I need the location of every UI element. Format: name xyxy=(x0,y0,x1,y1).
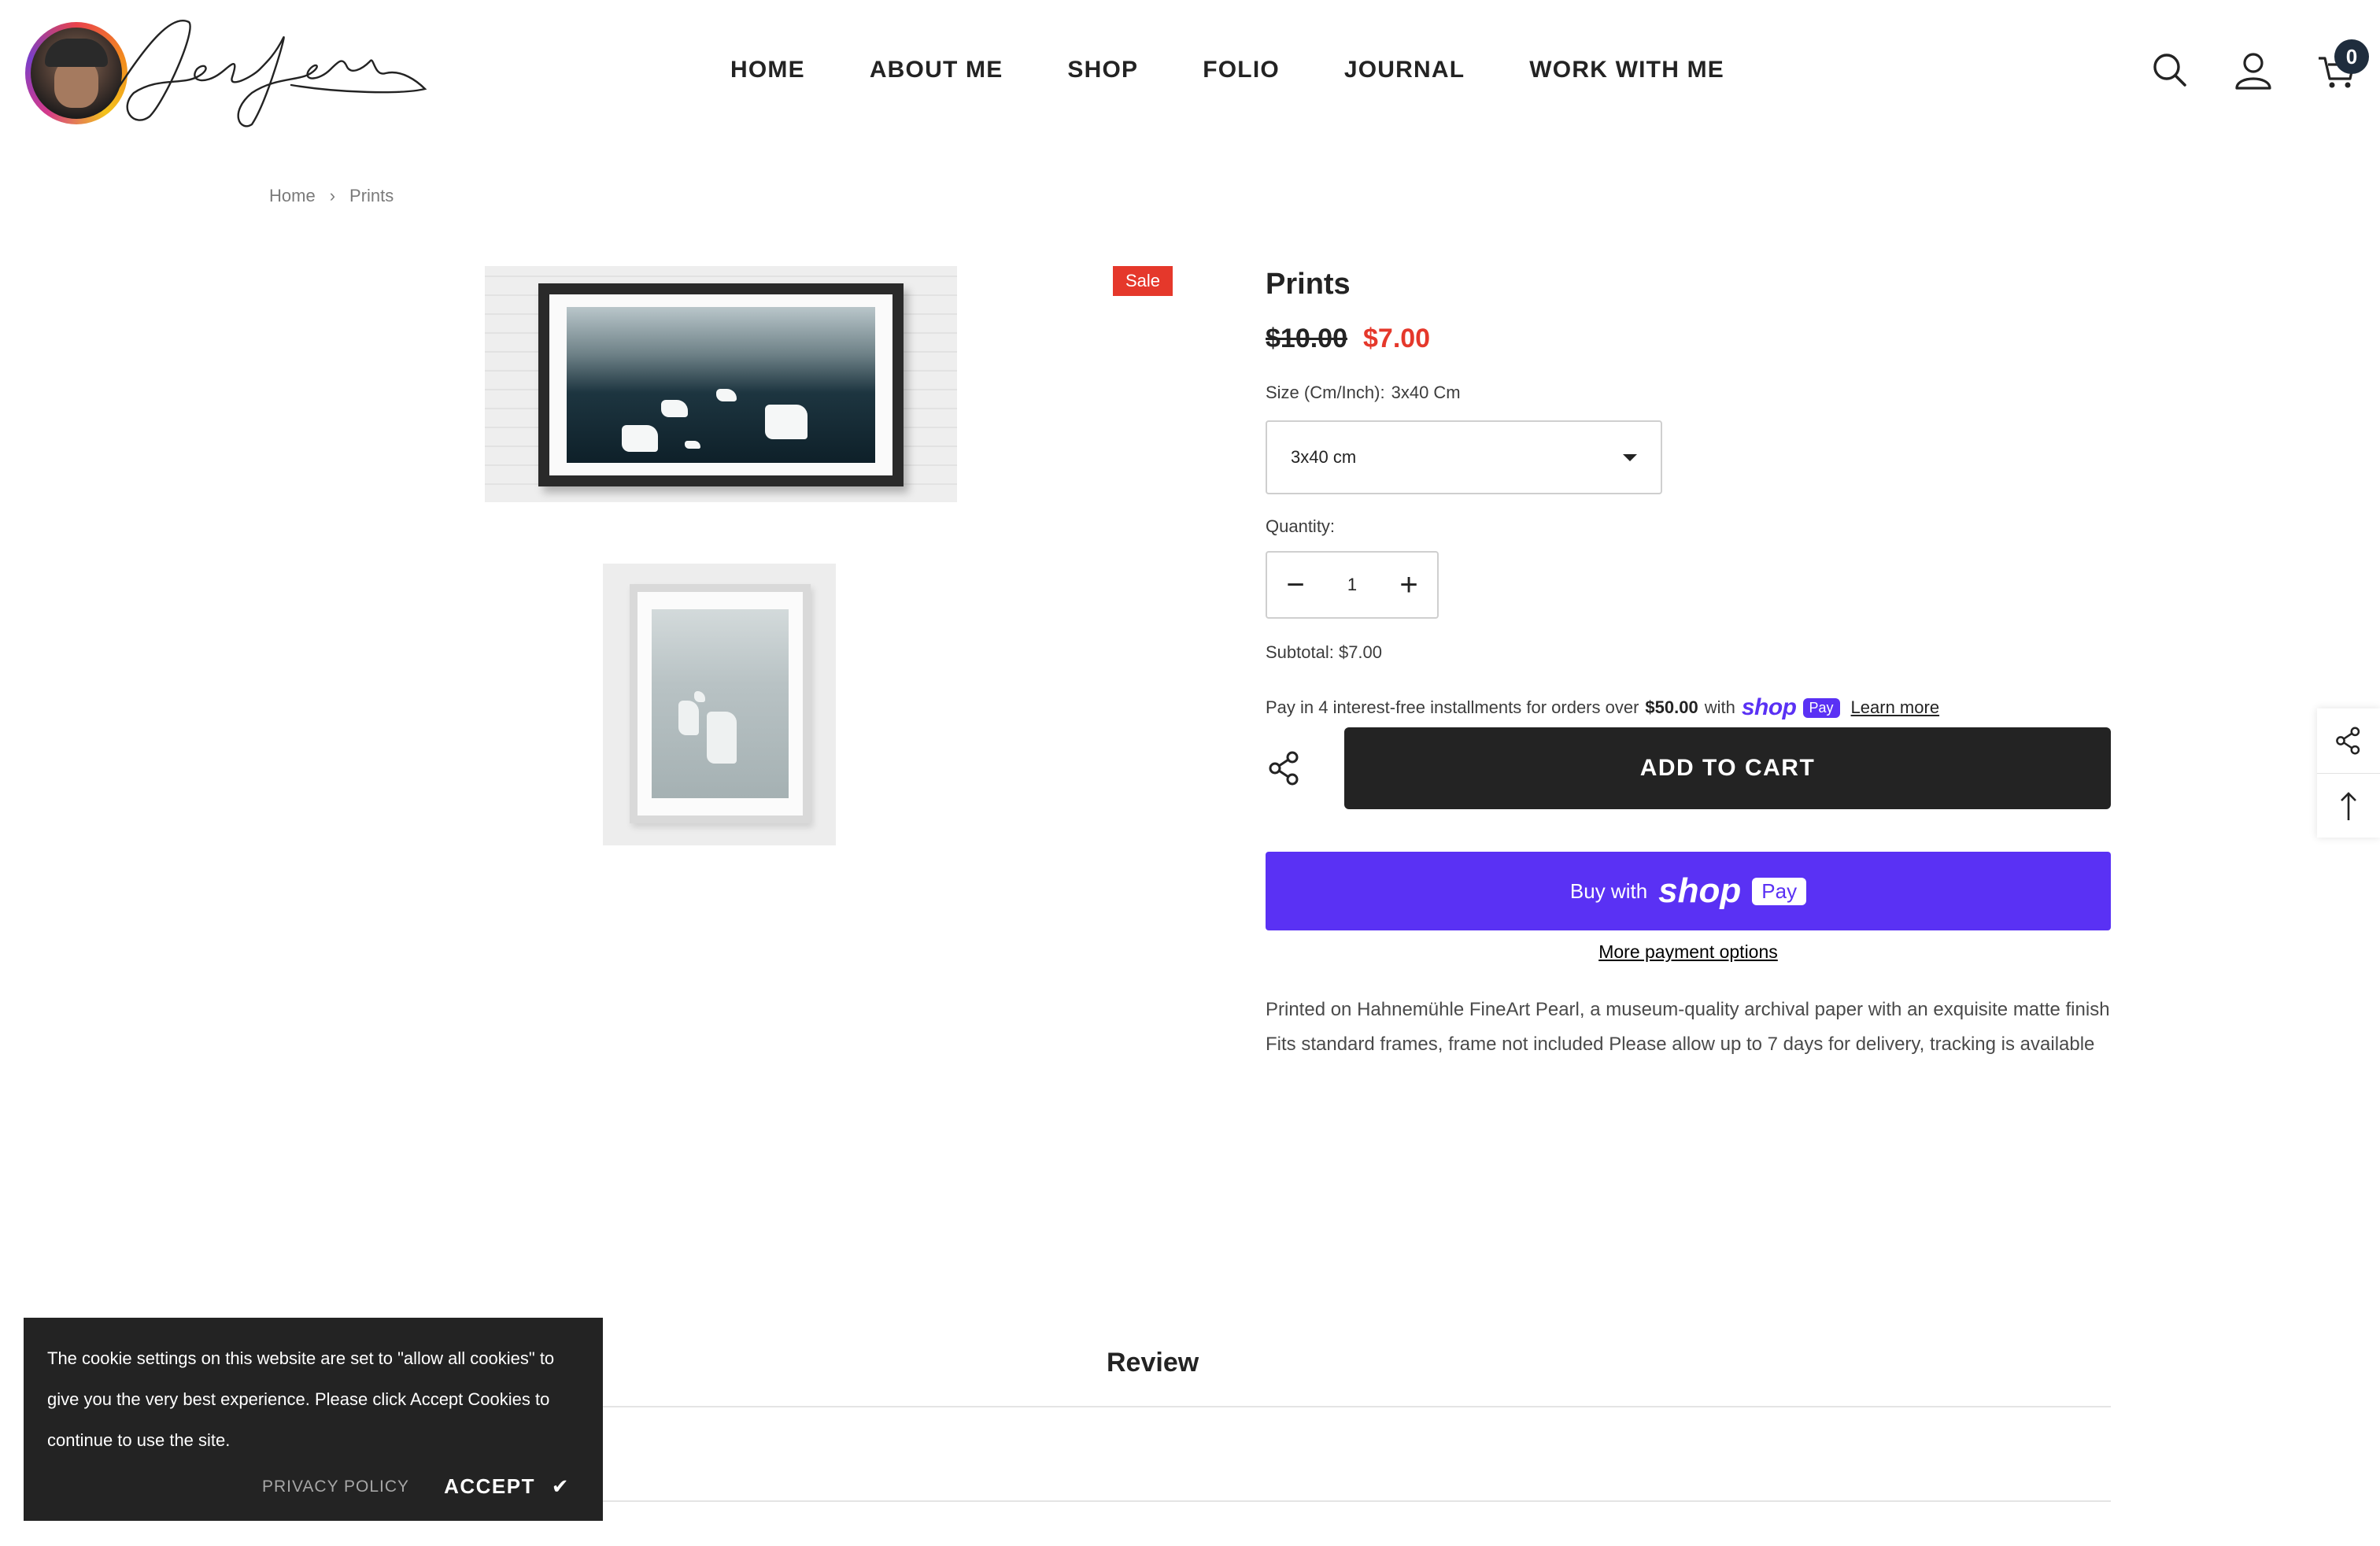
signature-logo[interactable] xyxy=(102,6,433,132)
cart-count-badge[interactable]: 0 xyxy=(2334,39,2369,74)
accept-cookies-button[interactable]: ACCEPT ✔ xyxy=(444,1474,570,1499)
price-row: $10.00 $7.00 xyxy=(1266,324,2111,354)
product-info: Prints $10.00 $7.00 Size (Cm/Inch): 3x40 … xyxy=(1266,268,2111,1062)
size-label-text: Size (Cm/Inch): xyxy=(1266,383,1385,402)
cookie-actions: PRIVACY POLICY ACCEPT ✔ xyxy=(262,1474,570,1499)
arrow-up-icon xyxy=(2341,791,2356,820)
quantity-decrease-button[interactable]: − xyxy=(1280,569,1311,601)
tab-review[interactable]: Review xyxy=(1107,1348,1199,1378)
installments-message: Pay in 4 interest-free installments for … xyxy=(1266,694,2111,721)
site-header: HOME ABOUT ME SHOP FOLIO JOURNAL WORK WI… xyxy=(0,0,2380,150)
breadcrumb-current: Prints xyxy=(349,186,394,205)
quantity-increase-button[interactable]: + xyxy=(1393,569,1425,601)
cookie-banner: The cookie settings on this website are … xyxy=(24,1318,603,1521)
compare-price: $10.00 xyxy=(1266,324,1347,353)
size-current-value: 3x40 Cm xyxy=(1391,383,1461,402)
chevron-right-icon: › xyxy=(329,186,336,205)
product-thumbnail[interactable] xyxy=(603,564,836,845)
learn-more-link[interactable]: Learn more xyxy=(1851,697,1940,718)
size-select[interactable]: 3x40 cm xyxy=(1266,420,1662,494)
nav-about-me[interactable]: ABOUT ME xyxy=(870,57,1003,83)
back-to-top-button[interactable] xyxy=(2317,773,2380,838)
nav-journal[interactable]: JOURNAL xyxy=(1344,57,1465,83)
nav-home[interactable]: HOME xyxy=(730,57,805,83)
nav-work-with-me[interactable]: WORK WITH ME xyxy=(1529,57,1724,83)
privacy-policy-link[interactable]: PRIVACY POLICY xyxy=(262,1478,409,1496)
cookie-text: The cookie settings on this website are … xyxy=(47,1348,555,1450)
check-icon: ✔ xyxy=(551,1474,570,1498)
size-label: Size (Cm/Inch): 3x40 Cm xyxy=(1266,383,2111,403)
share-icon[interactable] xyxy=(1266,749,1303,787)
installments-amount: $50.00 xyxy=(1645,697,1698,717)
account-icon[interactable] xyxy=(2230,47,2276,93)
sale-price: $7.00 xyxy=(1363,324,1431,353)
shop-pay-logo: shop xyxy=(1658,871,1742,910)
cart-row: ADD TO CART xyxy=(1266,727,2111,809)
quantity-label: Quantity: xyxy=(1266,516,1336,536)
side-widget xyxy=(2317,708,2380,838)
share-icon xyxy=(2336,727,2360,755)
subtotal: Subtotal: $7.00 xyxy=(1266,642,1383,662)
nav-shop[interactable]: SHOP xyxy=(1067,57,1138,83)
side-share-button[interactable] xyxy=(2317,708,2380,773)
buy-with-shop-pay-button[interactable]: Buy with shop Pay xyxy=(1266,852,2111,930)
accept-label: ACCEPT xyxy=(444,1474,535,1498)
breadcrumb: Home › Prints xyxy=(269,186,394,206)
product-title: Prints xyxy=(1266,268,1351,301)
search-icon[interactable] xyxy=(2147,47,2193,93)
nav-folio[interactable]: FOLIO xyxy=(1203,57,1280,83)
breadcrumb-home[interactable]: Home xyxy=(269,186,316,206)
quantity-stepper: − 1 + xyxy=(1266,551,1439,619)
shop-pay-badge: Pay xyxy=(1752,877,1807,905)
product-description: Printed on Hahnemühle FineArt Pearl, a m… xyxy=(1266,999,2110,1055)
sale-badge: Sale xyxy=(1113,266,1173,296)
product-gallery: Sale xyxy=(269,260,1174,890)
buy-with-label: Buy with xyxy=(1569,878,1648,903)
installments-with: with xyxy=(1704,697,1735,717)
size-selected-value: 3x40 cm xyxy=(1291,447,1357,467)
main-nav: HOME ABOUT ME SHOP FOLIO JOURNAL WORK WI… xyxy=(730,57,1724,83)
installments-text: Pay in 4 interest-free installments for … xyxy=(1266,697,1639,717)
more-payment-options-link[interactable]: More payment options xyxy=(1266,941,2111,963)
product-main-image[interactable] xyxy=(485,266,957,502)
quantity-input[interactable]: 1 xyxy=(1347,575,1357,595)
shop-logo: shop xyxy=(1741,694,1797,720)
pay-badge: Pay xyxy=(1802,697,1840,718)
add-to-cart-button[interactable]: ADD TO CART xyxy=(1344,727,2111,809)
caret-down-icon xyxy=(1623,453,1637,461)
